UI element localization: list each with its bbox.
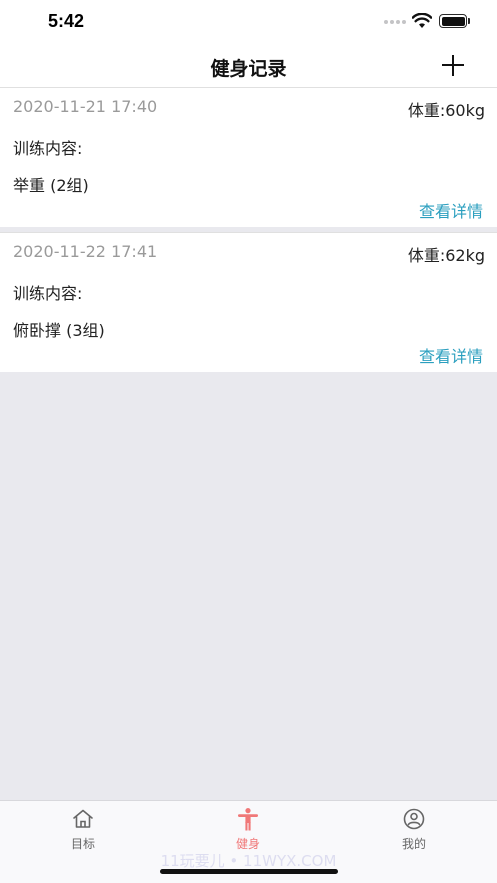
page-title: 健身记录 bbox=[210, 58, 287, 80]
signal-icon bbox=[384, 20, 406, 26]
record-exercise: 举重 (2组) bbox=[13, 176, 89, 195]
view-details-link[interactable]: 查看详情 bbox=[419, 198, 483, 222]
person-fitness-icon bbox=[238, 808, 258, 831]
user-circle-icon bbox=[403, 808, 425, 830]
watermark: 11玩要儿 • 11WYX.COM bbox=[160, 852, 337, 870]
add-record-button[interactable] bbox=[438, 52, 468, 80]
status-bar: 5:42 bbox=[0, 0, 497, 44]
training-content-label: 训练内容: bbox=[13, 284, 83, 303]
view-details-link[interactable]: 查看详情 bbox=[419, 343, 483, 367]
record-card: 2020-11-22 17:41 体重:62kg 训练内容: 俯卧撑 (3组) … bbox=[0, 232, 497, 372]
battery-cap bbox=[468, 18, 470, 24]
record-card: 2020-11-21 17:40 体重:60kg 训练内容: 举重 (2组) 查… bbox=[0, 87, 497, 227]
record-exercise: 俯卧撑 (3组) bbox=[13, 321, 105, 340]
record-weight: 体重:60kg bbox=[407, 101, 485, 120]
status-time: 5:42 bbox=[48, 11, 85, 31]
nav-bar: 健身记录 bbox=[0, 44, 497, 87]
record-date: 2020-11-22 17:41 bbox=[13, 242, 158, 261]
app-screen: 5:42 健身记录 2020-11-21 17:40 体重:60kg 训练内容:… bbox=[0, 0, 497, 883]
home-indicator[interactable] bbox=[160, 869, 338, 874]
battery-icon bbox=[439, 14, 467, 28]
record-list: 2020-11-21 17:40 体重:60kg 训练内容: 举重 (2组) 查… bbox=[0, 87, 497, 372]
record-date: 2020-11-21 17:40 bbox=[13, 97, 158, 116]
wifi-icon bbox=[412, 13, 432, 28]
home-icon bbox=[73, 809, 93, 828]
training-content-label: 训练内容: bbox=[13, 139, 83, 158]
record-weight: 体重:62kg bbox=[407, 246, 485, 265]
